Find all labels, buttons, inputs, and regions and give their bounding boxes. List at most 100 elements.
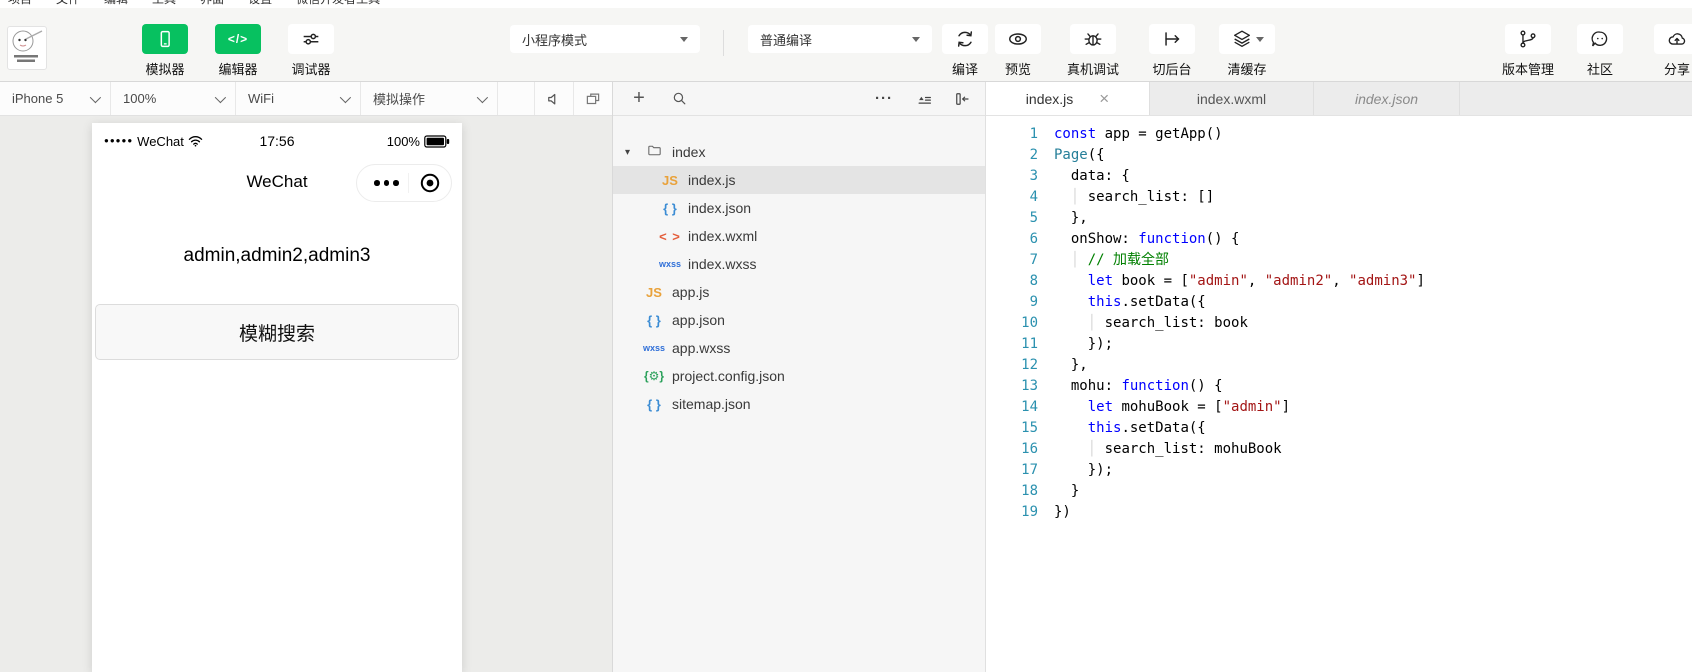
code-line-11: 11 }); <box>986 334 1692 355</box>
file-name: index.json <box>688 200 752 216</box>
menu-item-4[interactable]: 工具 <box>152 0 176 7</box>
code-line-17: 17 }); <box>986 460 1692 481</box>
json-file-icon: { } <box>647 396 661 412</box>
code-text: }); <box>1054 336 1114 352</box>
new-file-button[interactable]: + <box>629 87 649 110</box>
file-name: sitemap.json <box>672 396 751 412</box>
code-text: this.setData({ <box>1087 420 1206 436</box>
chevron-down-icon <box>214 91 227 103</box>
line-number: 10 <box>1021 315 1038 331</box>
preview-button[interactable]: 预览 <box>979 24 1057 78</box>
sound-toggle-button[interactable] <box>534 82 573 115</box>
more-menu-icon[interactable] <box>374 180 399 186</box>
code-line-2: 2 Page({ <box>986 145 1692 166</box>
exit-target-icon[interactable] <box>418 171 442 195</box>
file-name: index.wxss <box>688 256 757 272</box>
chevron-down-icon <box>89 91 102 103</box>
code-line-13: 13 mohu: function() { <box>986 376 1692 397</box>
switch-background-button[interactable]: 切后台 <box>1133 24 1211 78</box>
battery-icon <box>424 134 450 148</box>
version-control-button[interactable]: 版本管理 <box>1489 24 1567 78</box>
fuzzy-search-button[interactable]: 模糊搜索 <box>95 304 459 360</box>
code-line-8: 8 let book = ["admin", "admin2", "admin3… <box>986 271 1692 292</box>
code-line-18: 18 } <box>986 481 1692 502</box>
tree-item-index.json[interactable]: { } index.json <box>613 194 985 222</box>
community-button[interactable]: 社区 <box>1561 24 1639 78</box>
sort-files-button[interactable] <box>915 90 933 108</box>
code-text: data: { <box>1054 168 1130 184</box>
more-options-button[interactable]: ··· <box>875 90 893 107</box>
eye-icon <box>995 24 1041 54</box>
editor-tab-index.wxml[interactable]: index.wxml <box>1150 82 1314 115</box>
tree-item-sitemap.json[interactable]: { } sitemap.json <box>613 390 985 418</box>
menu-item-7[interactable]: 微信开发者工具 <box>296 0 380 7</box>
mode-select[interactable]: 小程序模式 <box>510 25 700 53</box>
capsule-menu[interactable] <box>356 164 452 202</box>
collapse-panel-button[interactable] <box>953 90 971 108</box>
code-line-6: 6 onShow: function() { <box>986 229 1692 250</box>
search-files-button[interactable] <box>671 90 688 107</box>
tree-item-index.wxml[interactable]: < > index.wxml <box>613 222 985 250</box>
mode-select-value: 小程序模式 <box>522 32 588 48</box>
tree-item-app.wxss[interactable]: wxss app.wxss <box>613 334 985 362</box>
file-tree: ▾ index JS index.js { } index.json < > index.wx… <box>613 116 985 418</box>
collapse-left-icon <box>956 92 969 105</box>
js-file-icon: JS <box>646 284 662 300</box>
menu-item-6[interactable]: 设置 <box>248 0 272 7</box>
battery-info: 100% <box>335 134 450 149</box>
tree-item-app.js[interactable]: JS app.js <box>613 278 985 306</box>
tree-item-index[interactable]: ▾ index <box>613 138 985 166</box>
editor-tab-index.js[interactable]: index.js × <box>986 82 1150 115</box>
wifi-icon <box>188 136 203 147</box>
user-avatar[interactable] <box>7 26 47 70</box>
chevron-down-icon <box>339 91 352 103</box>
tab-label: index.json <box>1354 90 1419 107</box>
device-select[interactable]: iPhone 5 <box>0 82 111 115</box>
code-text: }, <box>1054 210 1088 226</box>
folder-expand-arrow[interactable]: ▾ <box>625 147 641 158</box>
tree-item-app.json[interactable]: { } app.json <box>613 306 985 334</box>
network-select[interactable]: WiFi <box>236 82 361 115</box>
simulate-actions-select[interactable]: 模拟操作 <box>361 82 498 115</box>
editor-toggle-button[interactable]: </> 编辑器 <box>199 24 277 78</box>
code-text: │ search_list: book <box>1087 315 1248 331</box>
debugger-toggle-button[interactable]: 调试器 <box>272 24 350 78</box>
share-button[interactable]: 分享 <box>1638 24 1692 78</box>
simulator-label: 模拟器 <box>145 62 185 77</box>
line-number: 16 <box>1021 441 1038 457</box>
tree-item-index.wxss[interactable]: wxss index.wxss <box>613 250 985 278</box>
multi-window-button[interactable] <box>573 82 612 115</box>
switch-background-icon <box>1149 24 1195 54</box>
editor-tab-index.json[interactable]: index.json <box>1314 82 1460 115</box>
clear-cache-button[interactable]: 清缓存 <box>1208 24 1286 78</box>
compile-mode-select[interactable]: 普通编译 <box>748 25 932 53</box>
json-file-icon: { } <box>647 312 661 328</box>
file-name: app.js <box>672 284 710 300</box>
bug-icon <box>1070 24 1116 54</box>
line-number: 7 <box>1029 252 1038 268</box>
tree-item-index.js[interactable]: JS index.js <box>613 166 985 194</box>
line-number: 13 <box>1021 378 1038 394</box>
menu-item-5[interactable]: 界面 <box>200 0 224 7</box>
editor-tabbar: index.js × index.wxml index.json <box>986 82 1692 116</box>
close-tab-icon[interactable]: × <box>1099 90 1109 107</box>
chevron-down-icon <box>1255 37 1264 46</box>
chevron-down-icon <box>680 37 688 46</box>
menu-item-3[interactable]: 编辑 <box>104 0 128 7</box>
chevron-down-icon <box>912 37 920 46</box>
menu-item-2[interactable]: 文件 <box>56 0 80 7</box>
real-device-debug-button[interactable]: 真机调试 <box>1054 24 1132 78</box>
line-number: 8 <box>1029 273 1038 289</box>
sliders-icon <box>288 24 334 54</box>
zoom-select[interactable]: 100% <box>111 82 236 115</box>
explorer-header: + ··· <box>613 82 985 116</box>
menu-item-1[interactable]: 项目 <box>8 0 32 7</box>
code-line-15: 15 this.setData({ <box>986 418 1692 439</box>
git-branch-icon <box>1505 24 1551 54</box>
phone-mockup: ●●●●● WeChat 17:56 100% WeChat admin,adm… <box>92 123 462 672</box>
simulator-toggle-button[interactable]: 模拟器 <box>126 24 204 78</box>
tree-item-project.config.json[interactable]: {⚙} project.config.json <box>613 362 985 390</box>
code-line-7: 7 │ // 加载全部 <box>986 250 1692 271</box>
code-text: Page({ <box>1054 147 1105 163</box>
code-area[interactable]: 1 const app = getApp() 2 Page({3 data: {4 │… <box>986 116 1692 523</box>
